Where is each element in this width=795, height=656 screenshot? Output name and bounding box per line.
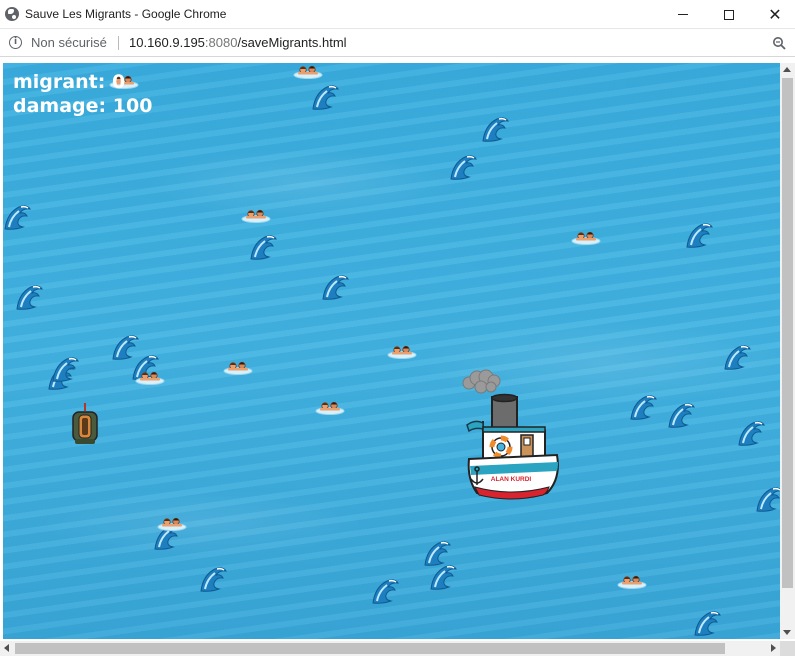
security-label[interactable]: Non sécurisé	[31, 35, 107, 50]
wave-icon	[429, 563, 459, 591]
vertical-scroll-thumb[interactable]	[782, 78, 793, 588]
wave-icon	[629, 393, 659, 421]
wave-icon	[693, 609, 723, 637]
swimmer-icon[interactable]	[571, 229, 601, 245]
boat-name: ALAN KURDI	[491, 476, 532, 483]
swimmer-icon[interactable]	[315, 399, 345, 415]
damage-value: 100	[112, 95, 153, 117]
player-boat[interactable]: ALAN KURDI	[461, 363, 561, 503]
address-bar[interactable]: i Non sécurisé 10.160.9.195:8080/saveMig…	[0, 29, 795, 57]
wave-icon	[51, 355, 81, 383]
swimmer-icon[interactable]	[241, 207, 271, 223]
zoom-icon[interactable]	[772, 36, 786, 50]
globe-icon	[5, 7, 19, 21]
vertical-scrollbar[interactable]	[780, 63, 795, 639]
scroll-right-icon[interactable]	[771, 644, 776, 652]
scroll-up-icon[interactable]	[783, 67, 791, 72]
horizontal-scroll-thumb[interactable]	[15, 643, 725, 654]
url-port: :8080	[204, 35, 238, 50]
swimmer-icon[interactable]	[223, 359, 253, 375]
migrant-label: migrant:	[13, 71, 112, 93]
swimmer-icon[interactable]	[157, 515, 187, 531]
minimize-icon	[678, 14, 688, 15]
migrant-value: 0	[111, 71, 126, 93]
wave-icon	[481, 115, 511, 143]
close-icon: ✕	[768, 4, 782, 24]
horizontal-scrollbar[interactable]	[0, 641, 780, 656]
address-separator	[118, 36, 119, 50]
page-viewport: ALAN KURDI migrant: 0 damage: 100	[0, 58, 795, 656]
wave-icon	[199, 565, 229, 593]
wave-icon	[685, 221, 715, 249]
window-titlebar: Sauve Les Migrants - Google Chrome ✕	[0, 0, 795, 29]
hud: migrant: 0 damage: 100	[13, 70, 152, 118]
close-button[interactable]: ✕	[752, 0, 795, 29]
wave-icon	[15, 283, 45, 311]
maximize-icon	[724, 9, 734, 20]
raft-obstacle[interactable]	[71, 403, 99, 447]
swimmer-icon[interactable]	[387, 343, 417, 359]
wave-icon	[755, 485, 780, 513]
swimmer-icon[interactable]	[135, 369, 165, 385]
damage-counter: damage: 100	[13, 94, 152, 118]
scrollbar-corner	[780, 641, 795, 656]
url-text[interactable]: 10.160.9.195:8080/saveMigrants.html	[129, 35, 347, 50]
scroll-left-icon[interactable]	[4, 644, 9, 652]
minimize-button[interactable]	[660, 0, 706, 29]
damage-label: damage:	[13, 95, 113, 117]
info-icon[interactable]: i	[9, 36, 22, 49]
wave-icon	[3, 203, 33, 231]
scroll-down-icon[interactable]	[783, 630, 791, 635]
wave-icon	[723, 343, 753, 371]
wave-icon	[321, 273, 351, 301]
url-path: /saveMigrants.html	[237, 35, 347, 50]
window-title: Sauve Les Migrants - Google Chrome	[25, 7, 227, 21]
wave-icon	[449, 153, 479, 181]
wave-icon	[667, 401, 697, 429]
wave-icon	[311, 83, 341, 111]
wave-icon	[371, 577, 401, 605]
maximize-button[interactable]	[706, 0, 752, 29]
wave-icon	[249, 233, 279, 261]
swimmer-icon[interactable]	[617, 573, 647, 589]
swimmer-icon[interactable]	[293, 63, 323, 79]
migrant-counter: migrant: 0	[13, 70, 152, 94]
url-host: 10.160.9.195	[129, 35, 205, 50]
game-canvas[interactable]: ALAN KURDI	[3, 63, 780, 639]
wave-icon	[737, 419, 767, 447]
